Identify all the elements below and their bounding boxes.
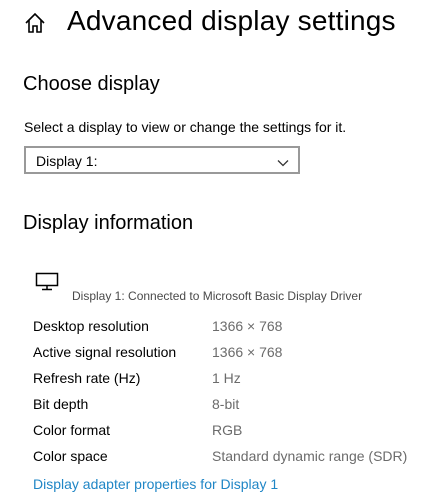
page-header: Advanced display settings [0, 0, 435, 50]
info-label: Color format [33, 422, 111, 438]
display-adapter-properties-link[interactable]: Display adapter properties for Display 1 [33, 476, 278, 492]
info-row-bit-depth: Bit depth 8-bit [0, 394, 435, 416]
page-title: Advanced display settings [67, 5, 396, 36]
chevron-down-icon [277, 155, 289, 167]
info-row-refresh-rate: Refresh rate (Hz) 1 Hz [0, 368, 435, 390]
info-row-color-format: Color format RGB [0, 420, 435, 442]
info-row-active-signal-resolution: Active signal resolution 1366 × 768 [0, 342, 435, 364]
choose-display-instruction: Select a display to view or change the s… [24, 119, 347, 135]
info-value: RGB [212, 422, 243, 438]
display-select-dropdown[interactable]: Display 1: [24, 146, 300, 174]
info-value: 1366 × 768 [212, 318, 283, 334]
info-label: Active signal resolution [33, 344, 177, 360]
info-value: Standard dynamic range (SDR) [212, 448, 408, 464]
info-row-desktop-resolution: Desktop resolution 1366 × 768 [0, 316, 435, 338]
display-information-heading: Display information [23, 212, 194, 234]
info-value: 8-bit [212, 396, 240, 412]
display-select-value: Display 1: [36, 153, 98, 169]
info-value: 1366 × 768 [212, 344, 283, 360]
info-row-color-space: Color space Standard dynamic range (SDR) [0, 446, 435, 468]
display-connection-status: Display 1: Connected to Microsoft Basic … [72, 289, 363, 303]
home-icon[interactable] [24, 12, 46, 34]
info-label: Bit depth [33, 396, 89, 412]
info-label: Desktop resolution [33, 318, 149, 334]
info-label: Color space [33, 448, 108, 464]
monitor-icon [35, 272, 59, 292]
info-label: Refresh rate (Hz) [33, 370, 141, 386]
choose-display-heading: Choose display [23, 73, 160, 95]
info-value: 1 Hz [212, 370, 241, 386]
